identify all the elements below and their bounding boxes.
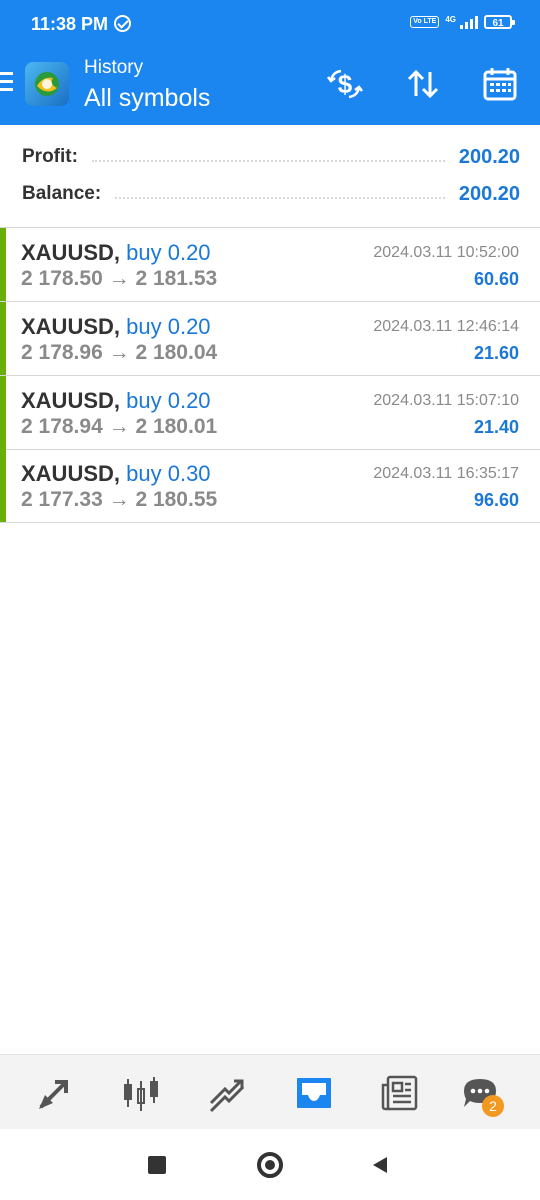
trade-row[interactable]: XAUUSD, buy 0.20 2 178.94 → 2 180.01 202… [0,376,540,450]
history-icon[interactable] [292,1071,336,1115]
trade-prices: 2 177.33 → 2 180.55 [21,488,218,511]
calendar-button[interactable] [478,62,522,106]
svg-text:$: $ [338,69,353,99]
buy-indicator [0,228,6,301]
profit-value: 200.20 [458,145,520,168]
trade-side: buy 0.20 [126,314,211,339]
home-circle-icon [257,1152,283,1178]
dotted-leader [115,197,445,199]
trade-profit: 60.60 [473,269,519,289]
recent-apps-button[interactable] [143,1151,171,1179]
menu-icon[interactable] [0,72,14,94]
trade-profit: 21.60 [473,343,519,363]
back-button[interactable] [366,1151,394,1179]
trade-time: 2024.03.11 16:35:17 [373,465,519,482]
app-header: 11:38 PM Vo LTE 4G 61 History All symbol… [0,0,540,125]
page-title[interactable]: All symbols [84,84,210,113]
trade-row[interactable]: XAUUSD, buy 0.20 2 178.96 → 2 180.04 202… [0,302,540,376]
dollar-swap-icon: $ [327,69,363,99]
trade-symbol: XAUUSD, buy 0.20 [21,240,211,265]
network-type: 4G [445,15,456,24]
home-button[interactable] [256,1151,284,1179]
metatrader-logo-icon[interactable] [25,62,69,106]
trade-time: 2024.03.11 15:07:10 [373,392,519,409]
status-time: 11:38 PM [31,14,109,34]
buy-indicator [0,302,6,375]
calendar-icon [483,68,517,101]
trade-symbol: XAUUSD, buy 0.20 [21,388,211,413]
trade-symbol: XAUUSD, buy 0.20 [21,314,211,339]
chart-icon[interactable] [119,1071,163,1115]
status-bar: 11:38 PM Vo LTE 4G 61 [0,0,540,50]
news-icon[interactable] [378,1071,422,1115]
sync-check-icon [114,15,131,32]
sort-arrows-icon [407,69,439,99]
deposit-withdraw-button[interactable]: $ [323,62,367,106]
buy-indicator [0,376,6,449]
sort-button[interactable] [401,62,445,106]
balance-value: 200.20 [458,182,520,205]
trade-profit: 21.40 [473,417,519,437]
trade-side: buy 0.20 [126,240,211,265]
trade-side: buy 0.20 [126,388,211,413]
quotes-icon[interactable] [33,1071,77,1115]
chat-icon[interactable]: 2 [458,1071,504,1117]
profit-label: Profit: [22,146,78,167]
chat-badge: 2 [482,1095,504,1117]
battery-icon: 61 [484,15,515,29]
trade-prices: 2 178.50 → 2 181.53 [21,267,218,290]
profit-row: Profit: 200.20 [22,143,520,171]
trade-row[interactable]: XAUUSD, buy 0.20 2 178.50 → 2 181.53 202… [0,228,540,302]
trade-prices: 2 178.96 → 2 180.04 [21,341,218,364]
trade-time: 2024.03.11 12:46:14 [373,318,519,335]
trade-side: buy 0.30 [126,461,211,486]
signal-icon: 4G [445,15,478,29]
trade-profit: 96.60 [473,490,519,510]
balance-row: Balance: 200.20 [22,180,520,208]
trade-prices: 2 178.94 → 2 180.01 [21,415,218,438]
volte-icon: Vo LTE [410,16,440,28]
status-indicators: Vo LTE 4G 61 [410,15,515,29]
page-subtitle: History [84,57,144,78]
balance-label: Balance: [22,183,102,204]
trade-icon[interactable] [205,1071,249,1115]
history-summary: Profit: 200.20 Balance: 200.20 [0,125,540,228]
bottom-navigation: 2 [0,1054,540,1130]
system-navigation [0,1129,540,1200]
trade-symbol: XAUUSD, buy 0.30 [21,461,211,486]
buy-indicator [0,449,6,522]
trade-row[interactable]: XAUUSD, buy 0.30 2 177.33 → 2 180.55 202… [0,449,540,523]
back-triangle-icon [373,1157,387,1173]
dotted-leader [91,160,445,162]
square-icon [148,1156,166,1174]
trade-time: 2024.03.11 10:52:00 [373,244,519,261]
